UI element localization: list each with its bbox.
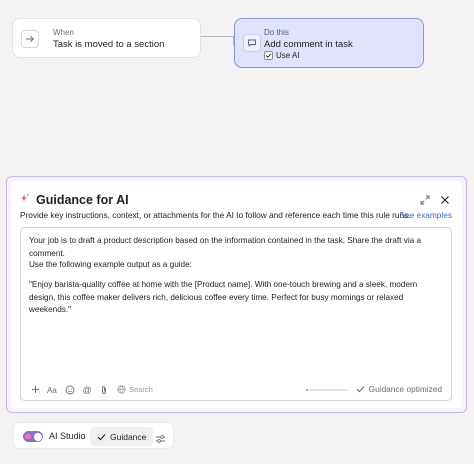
ai-studio-toggle-accent bbox=[25, 434, 31, 439]
svg-text:@: @ bbox=[82, 385, 91, 395]
action-small-label: Do this bbox=[264, 28, 289, 37]
editor-paragraph: Use the following example output as a gu… bbox=[29, 260, 192, 269]
globe-icon bbox=[117, 385, 126, 394]
ai-studio-toggle-knob bbox=[33, 432, 42, 441]
trigger-main-label: Task is moved to a section bbox=[53, 39, 165, 50]
checkmark-icon bbox=[356, 386, 365, 393]
attach-icon[interactable] bbox=[98, 384, 109, 395]
arrow-right-icon bbox=[21, 30, 39, 48]
use-ai-checkbox[interactable]: Use AI bbox=[264, 51, 300, 60]
trigger-small-label: When bbox=[53, 28, 74, 37]
action-card[interactable]: Do this Add comment in task Use AI bbox=[234, 18, 424, 68]
check-icon bbox=[264, 51, 273, 60]
action-main-label: Add comment in task bbox=[264, 39, 353, 50]
search-label: Search bbox=[129, 385, 153, 394]
mention-icon[interactable]: @ bbox=[81, 384, 92, 395]
guidance-status-label: Guidance optimized bbox=[368, 384, 442, 394]
search-web-button[interactable]: Search bbox=[117, 385, 153, 394]
flow-connector bbox=[201, 36, 234, 46]
close-icon[interactable] bbox=[440, 192, 450, 210]
ai-studio-bar: AI Studio Guidance bbox=[13, 422, 174, 449]
trigger-card[interactable]: When Task is moved to a section bbox=[12, 18, 201, 58]
guidance-status: Guidance optimized bbox=[356, 384, 442, 394]
sliders-icon[interactable] bbox=[155, 431, 166, 449]
guidance-progress-fill bbox=[306, 389, 309, 391]
emoji-icon[interactable] bbox=[64, 384, 75, 395]
editor-paragraph: "Enjoy barista-quality coffee at home wi… bbox=[29, 280, 418, 314]
ai-studio-label: AI Studio bbox=[49, 431, 86, 441]
text-format-icon[interactable]: Aa bbox=[47, 384, 58, 395]
expand-icon[interactable] bbox=[420, 192, 430, 210]
guidance-subtitle: Provide key instructions, context, or at… bbox=[20, 210, 411, 220]
checkmark-icon bbox=[97, 433, 106, 440]
plus-icon[interactable] bbox=[30, 384, 41, 395]
comment-icon bbox=[243, 34, 261, 52]
guidance-title: Guidance for AI bbox=[36, 193, 129, 207]
ai-studio-toggle[interactable] bbox=[23, 431, 43, 442]
guidance-panel: Guidance for AI Provide key instructions… bbox=[11, 181, 462, 408]
editor-paragraph: Your job is to draft a product descripti… bbox=[29, 236, 422, 258]
guidance-button-label: Guidance bbox=[110, 431, 147, 442]
guidance-progress-bar bbox=[306, 389, 348, 391]
use-ai-label: Use AI bbox=[276, 51, 300, 60]
svg-text:Aa: Aa bbox=[47, 386, 57, 395]
sparkle-icon bbox=[19, 191, 30, 209]
guidance-editor[interactable]: Your job is to draft a product descripti… bbox=[20, 227, 452, 401]
see-examples-link[interactable]: See examples bbox=[399, 210, 452, 220]
editor-toolbar: Aa @ Search bbox=[30, 384, 153, 395]
guidance-button[interactable]: Guidance bbox=[90, 427, 154, 446]
